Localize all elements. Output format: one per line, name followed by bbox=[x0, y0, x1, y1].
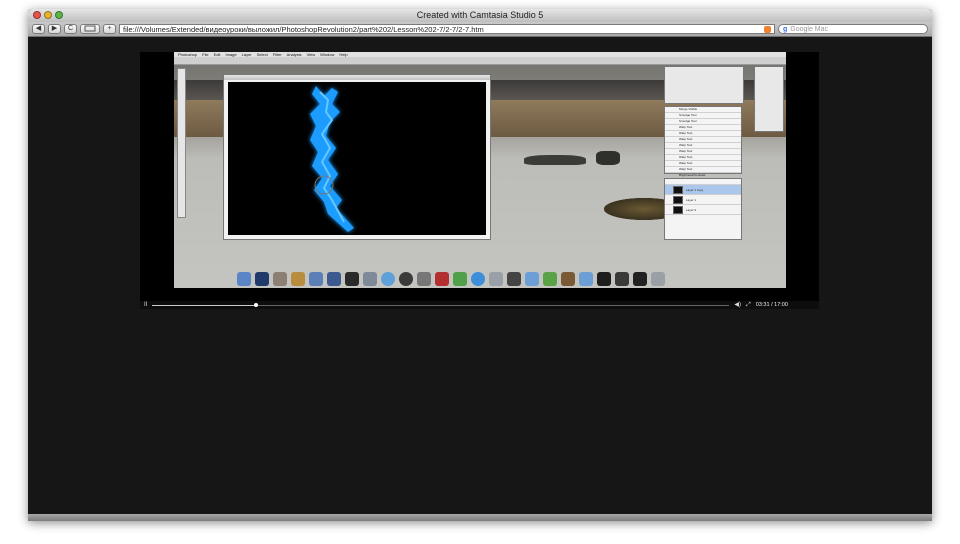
dashboard-icon[interactable] bbox=[345, 272, 359, 286]
app-icon[interactable] bbox=[507, 272, 521, 286]
layer-name: Layer 1 bbox=[686, 197, 697, 202]
search-placeholder: Google Mac bbox=[790, 25, 829, 33]
seek-knob[interactable] bbox=[254, 302, 259, 307]
layer-thumbnail bbox=[673, 205, 683, 214]
bookmarks-icon bbox=[84, 25, 96, 32]
seek-bar[interactable] bbox=[152, 302, 730, 307]
folder-icon[interactable] bbox=[579, 272, 593, 286]
layer-name: Layer 0 bbox=[686, 207, 697, 212]
video-player[interactable]: Photoshop File Edit Image Layer Select F… bbox=[140, 52, 819, 301]
back-button[interactable]: ◀ bbox=[32, 24, 45, 34]
quicktime-icon[interactable] bbox=[399, 272, 413, 286]
dock-panel-icons bbox=[754, 66, 784, 132]
zoom-icon[interactable] bbox=[55, 11, 63, 19]
layer-row[interactable]: Layer 0 bbox=[665, 205, 741, 215]
forward-button[interactable]: ▶ bbox=[48, 24, 61, 34]
layer-thumbnail bbox=[673, 185, 683, 194]
preview-icon[interactable] bbox=[273, 272, 287, 286]
photoshop-icon[interactable] bbox=[255, 272, 269, 286]
rss-icon[interactable] bbox=[764, 25, 771, 33]
page-content: Photoshop File Edit Image Layer Select F… bbox=[28, 37, 932, 514]
browser-window: Created with Camtasia Studio 5 ◀ ▶ C + f… bbox=[28, 9, 932, 521]
title-bar: Created with Camtasia Studio 5 bbox=[28, 9, 932, 22]
time-display: 03:31 / 17:00 bbox=[755, 302, 788, 308]
add-bookmark-button[interactable]: + bbox=[103, 24, 116, 34]
player-controls: II ◀) ⤢ 03:31 / 17:00 bbox=[140, 301, 819, 309]
photoshop-toolbox bbox=[177, 68, 186, 218]
layer-row[interactable]: Layer 1 copy bbox=[665, 185, 741, 195]
window-bottom-bar bbox=[28, 514, 932, 521]
app-icon[interactable] bbox=[435, 272, 449, 286]
itunes-icon[interactable] bbox=[327, 272, 341, 286]
window-title: Created with Camtasia Studio 5 bbox=[416, 10, 544, 20]
trash-icon[interactable] bbox=[651, 272, 665, 286]
app-icon[interactable] bbox=[489, 272, 503, 286]
address-book-icon[interactable] bbox=[309, 272, 323, 286]
minimize-icon[interactable] bbox=[44, 11, 52, 19]
history-panel: Merge Visible Smudge Tool Smudge Tool Warp … bbox=[664, 106, 742, 191]
iphoto-icon[interactable] bbox=[363, 272, 377, 286]
seek-bar-played bbox=[152, 304, 257, 306]
lightning-bolt bbox=[310, 86, 354, 232]
navigator-panel bbox=[664, 66, 744, 104]
app-icon[interactable] bbox=[543, 272, 557, 286]
backdrop-rock bbox=[524, 155, 586, 165]
folder-icon[interactable] bbox=[525, 272, 539, 286]
pause-button[interactable]: II bbox=[144, 301, 147, 309]
app-icon[interactable] bbox=[561, 272, 575, 286]
safari-icon[interactable] bbox=[381, 272, 395, 286]
app-icon[interactable] bbox=[453, 272, 467, 286]
lightning-artwork bbox=[310, 86, 354, 232]
app-icon[interactable] bbox=[471, 272, 485, 286]
document-canvas bbox=[228, 82, 486, 235]
document-titlebar bbox=[224, 75, 490, 80]
app-icon[interactable] bbox=[633, 272, 647, 286]
reload-button[interactable]: C bbox=[64, 24, 77, 34]
photoshop-document-window bbox=[223, 74, 491, 240]
layer-name: Layer 1 copy bbox=[686, 187, 704, 192]
address-url: file:///Volumes/Extended/видеоуроки/выло… bbox=[123, 24, 484, 34]
fullscreen-icon[interactable]: ⤢ bbox=[746, 301, 751, 309]
finder-icon[interactable] bbox=[237, 272, 251, 286]
video-frame: Photoshop File Edit Image Layer Select F… bbox=[174, 52, 786, 288]
layers-list: Layer 1 copy Layer 1 Layer 0 bbox=[665, 185, 741, 215]
photoshop-options-bar bbox=[174, 57, 786, 65]
backdrop-rock bbox=[596, 151, 620, 165]
app-icon[interactable] bbox=[597, 272, 611, 286]
browser-toolbar: ◀ ▶ C + file:///Volumes/Extended/видеоур… bbox=[28, 22, 932, 37]
bookmarks-button[interactable] bbox=[80, 24, 100, 34]
app-icon[interactable] bbox=[615, 272, 629, 286]
volume-icon[interactable]: ◀) bbox=[734, 301, 741, 309]
close-icon[interactable] bbox=[33, 11, 41, 19]
mac-dock bbox=[229, 265, 737, 286]
search-field[interactable]: g Google Mac bbox=[778, 24, 928, 34]
layer-thumbnail bbox=[673, 195, 683, 204]
address-bar[interactable]: file:///Volumes/Extended/видеоуроки/выло… bbox=[119, 24, 775, 34]
layer-row[interactable]: Layer 1 bbox=[665, 195, 741, 205]
system-preferences-icon[interactable] bbox=[417, 272, 431, 286]
dictionary-icon[interactable] bbox=[291, 272, 305, 286]
google-search-icon: g bbox=[783, 25, 788, 33]
layers-panel: Layer 1 copy Layer 1 Layer 0 bbox=[664, 178, 742, 240]
window-controls bbox=[33, 11, 63, 19]
